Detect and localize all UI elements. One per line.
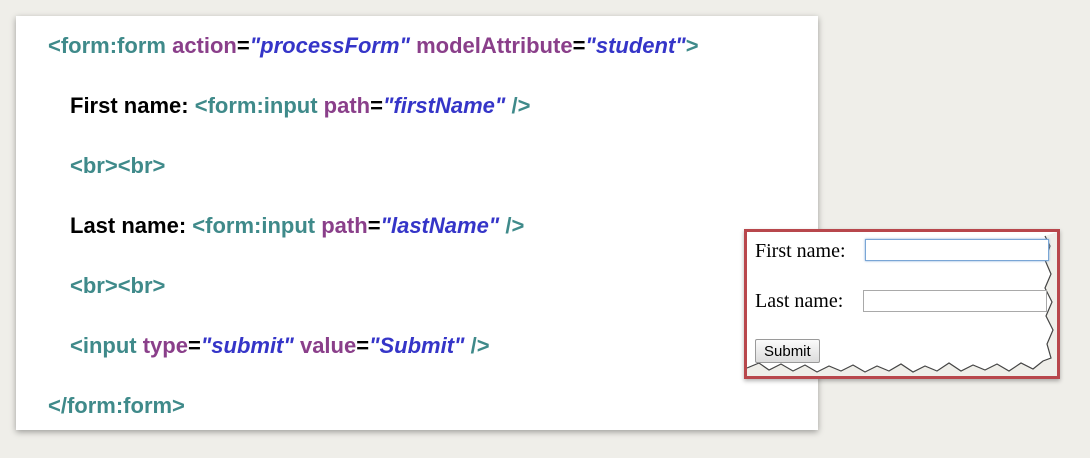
code-tag: <br><br>	[70, 273, 166, 298]
submit-button[interactable]: Submit	[755, 339, 820, 363]
code-line-form-close: </form:form>	[48, 393, 185, 419]
code-tag: <form:form	[48, 33, 166, 58]
code-line-br-1: <br><br>	[70, 153, 165, 179]
code-equals: =	[236, 33, 250, 58]
code-string: "firstName"	[382, 93, 506, 118]
code-text: First name:	[70, 93, 189, 118]
code-string: "student"	[585, 33, 686, 58]
last-name-input[interactable]	[863, 290, 1047, 312]
code-tag: />	[505, 213, 525, 238]
code-attribute: value	[299, 333, 357, 358]
code-panel: <form:form action="processForm" modelAtt…	[16, 16, 818, 430]
code-text: Last name:	[70, 213, 187, 238]
code-tag: <form:input	[192, 213, 316, 238]
code-tag: <input	[70, 333, 137, 358]
code-attribute: type	[142, 333, 188, 358]
code-equals: =	[367, 213, 381, 238]
last-name-label: Last name:	[755, 290, 844, 312]
code-tag: />	[511, 93, 531, 118]
code-line-br-2: <br><br>	[70, 273, 165, 299]
code-attribute: path	[323, 93, 371, 118]
code-tag: />	[470, 333, 490, 358]
code-line-submit: <input type="submit" value="Submit" />	[70, 333, 490, 359]
code-equals: =	[187, 333, 201, 358]
code-string: "lastName"	[380, 213, 500, 238]
form-preview: First name: Last name: Submit	[744, 229, 1060, 379]
code-equals: =	[356, 333, 370, 358]
code-line-first-name: First name: <form:input path="firstName"…	[70, 93, 530, 119]
code-attribute: modelAttribute	[416, 33, 573, 58]
code-string: "submit"	[200, 333, 294, 358]
code-tag: <form:input	[194, 93, 318, 118]
first-name-input[interactable]	[865, 239, 1049, 261]
code-line-last-name: Last name: <form:input path="lastName" /…	[70, 213, 524, 239]
code-equals: =	[370, 93, 383, 118]
code-line-form-open: <form:form action="processForm" modelAtt…	[48, 33, 699, 59]
first-name-label: First name:	[755, 240, 846, 262]
code-equals: =	[572, 33, 586, 58]
code-attribute: action	[172, 33, 237, 58]
code-tag: <br><br>	[70, 153, 166, 178]
code-string: "processForm"	[249, 33, 410, 58]
code-string: "Submit"	[369, 333, 465, 358]
code-tag: </form:form>	[48, 393, 185, 418]
code-tag: >	[685, 33, 699, 58]
code-attribute: path	[321, 213, 368, 238]
